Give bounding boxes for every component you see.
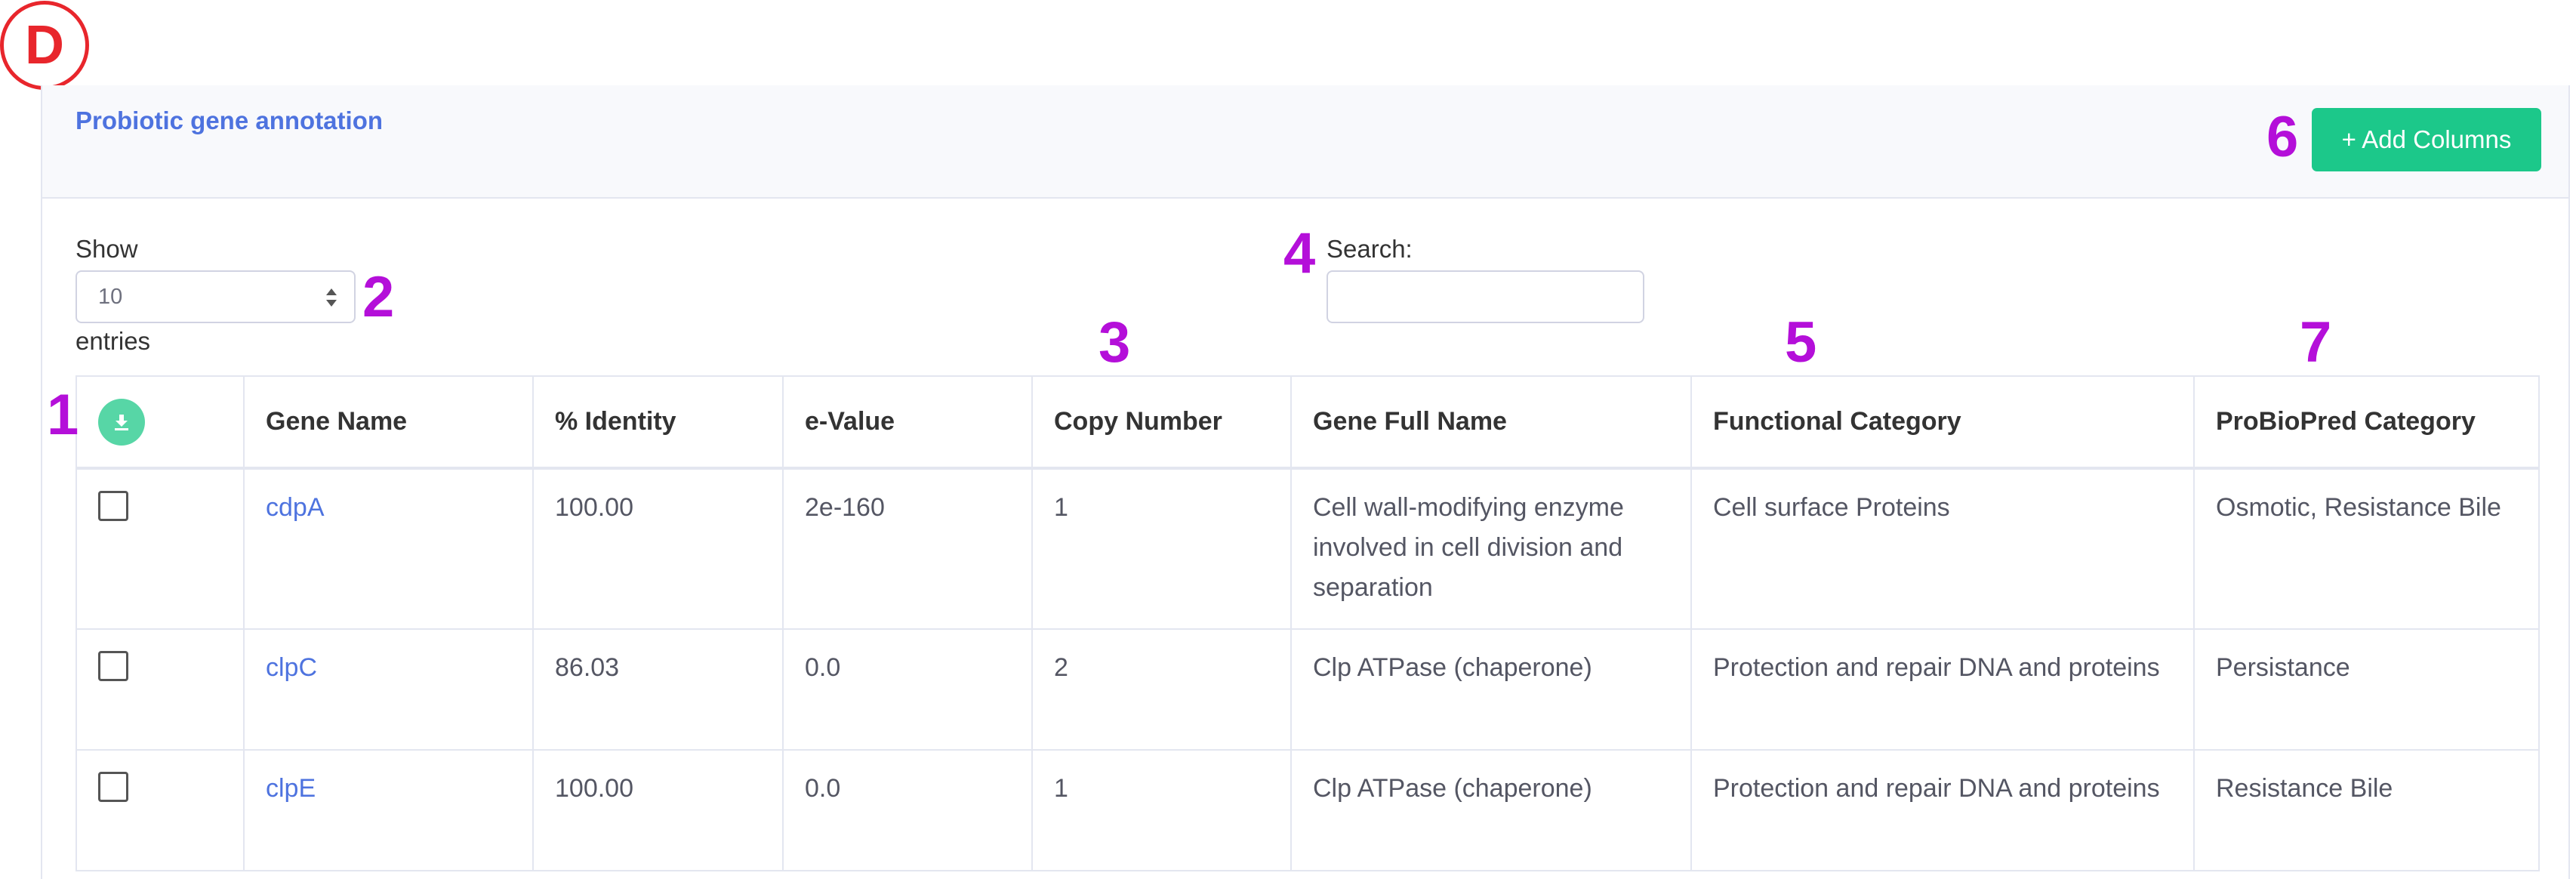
copy-number-cell: 2 — [1031, 628, 1292, 751]
identity-cell: 100.00 — [532, 749, 784, 871]
table-row: clpE 100.00 0.0 1 Clp ATPase (chaperone)… — [75, 749, 2540, 871]
functional-category-cell: Protection and repair DNA and proteins — [1690, 628, 2195, 751]
evalue-cell: 2e-160 — [782, 467, 1033, 630]
gene-link[interactable]: cdpA — [266, 493, 325, 522]
identity-cell: 100.00 — [532, 467, 784, 630]
gene-link[interactable]: clpC — [266, 653, 317, 682]
gene-full-name-cell: Clp ATPase (chaperone) — [1290, 749, 1692, 871]
select-arrows-icon — [326, 288, 337, 307]
annotation-marker-1: 1 — [47, 383, 79, 447]
column-header-copy-number[interactable]: Copy Number — [1031, 375, 1292, 470]
gene-name-cell: clpE — [243, 749, 534, 871]
table-row: cdpA 100.00 2e-160 1 Cell wall-modifying… — [75, 467, 2540, 630]
gene-full-name-cell: Cell wall-modifying enzyme involved in c… — [1290, 467, 1692, 630]
panel-label: D — [0, 1, 89, 90]
download-selected-button[interactable] — [98, 398, 145, 446]
gene-full-name-cell: Clp ATPase (chaperone) — [1290, 628, 1692, 751]
column-header-functional-category[interactable]: Functional Category — [1690, 375, 2195, 470]
annotation-marker-5: 5 — [1785, 310, 1817, 375]
probiopred-category-cell: Osmotic, Resistance Bile — [2193, 467, 2540, 630]
entries-label: entries — [75, 327, 151, 355]
functional-category-cell: Cell surface Proteins — [1690, 467, 2195, 630]
annotation-marker-3: 3 — [1098, 310, 1131, 375]
gene-name-cell: clpC — [243, 628, 534, 751]
probiopred-category-cell: Persistance — [2193, 628, 2540, 751]
card-title: Probiotic gene annotation — [75, 106, 384, 134]
evalue-cell: 0.0 — [782, 628, 1033, 751]
entries-per-page-select[interactable]: 10 — [75, 270, 356, 323]
annotation-marker-4: 4 — [1283, 221, 1316, 285]
annotation-marker-7: 7 — [2300, 310, 2332, 375]
show-label: Show — [75, 235, 138, 263]
row-checkbox[interactable] — [98, 651, 128, 681]
annotation-marker-6: 6 — [2266, 105, 2299, 169]
gene-annotation-card: Probiotic gene annotation + Add Columns … — [41, 85, 2570, 879]
column-header-gene-full-name[interactable]: Gene Full Name — [1290, 375, 1692, 470]
card-header: Probiotic gene annotation + Add Columns — [42, 85, 2568, 199]
functional-category-cell: Protection and repair DNA and proteins — [1690, 749, 2195, 871]
select-all-header — [75, 375, 245, 470]
row-select-cell — [75, 749, 245, 871]
table-row: clpC 86.03 0.0 2 Clp ATPase (chaperone) … — [75, 628, 2540, 751]
entries-select-value: 10 — [98, 284, 123, 309]
identity-cell: 86.03 — [532, 628, 784, 751]
probiopred-category-cell: Resistance Bile — [2193, 749, 2540, 871]
column-header-gene-name[interactable]: Gene Name — [243, 375, 534, 470]
column-header-identity[interactable]: % Identity — [532, 375, 784, 470]
evalue-cell: 0.0 — [782, 749, 1033, 871]
copy-number-cell: 1 — [1031, 467, 1292, 630]
copy-number-cell: 1 — [1031, 749, 1292, 871]
table-header-row: Gene Name % Identity e-Value Copy Number… — [75, 375, 2540, 470]
column-header-evalue[interactable]: e-Value — [782, 375, 1033, 470]
row-checkbox[interactable] — [98, 772, 128, 802]
gene-name-cell: cdpA — [243, 467, 534, 630]
column-header-probiopred-category[interactable]: ProBioPred Category — [2193, 375, 2540, 470]
gene-link[interactable]: clpE — [266, 774, 316, 803]
row-select-cell — [75, 467, 245, 630]
search-label: Search: — [1327, 235, 1413, 263]
figure-panel: D Probiotic gene annotation + Add Column… — [0, 0, 2576, 879]
annotation-marker-2: 2 — [362, 265, 395, 329]
download-icon — [115, 414, 128, 430]
row-select-cell — [75, 628, 245, 751]
row-checkbox[interactable] — [98, 491, 128, 521]
add-columns-button[interactable]: + Add Columns — [2312, 108, 2541, 171]
search-input[interactable] — [1327, 270, 1644, 323]
gene-annotation-table: Gene Name % Identity e-Value Copy Number… — [75, 375, 2540, 871]
